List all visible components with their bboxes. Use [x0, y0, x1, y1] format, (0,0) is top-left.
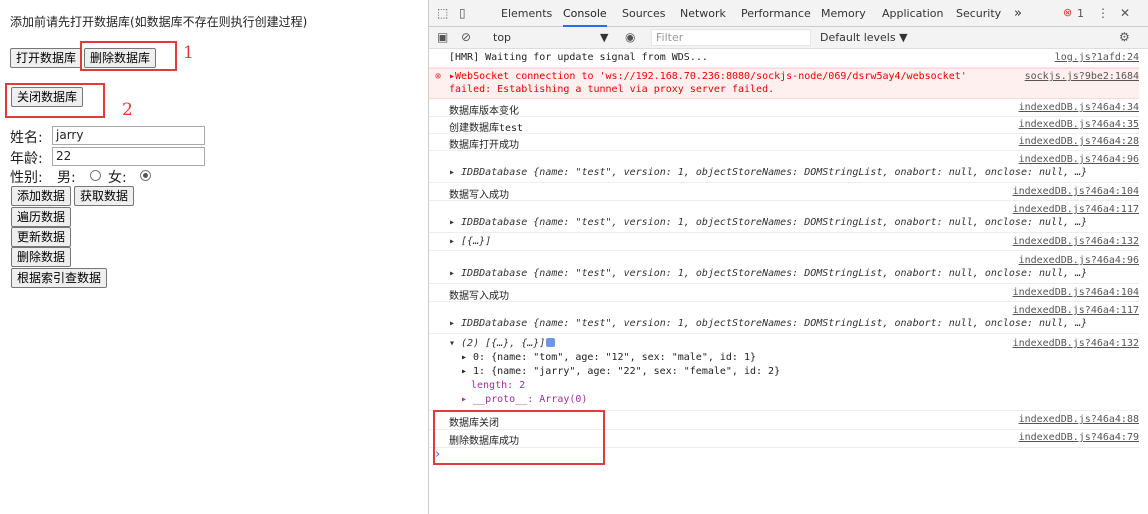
tab-network[interactable]: Network	[680, 0, 726, 27]
source-link[interactable]: log.js?1afd:24	[1055, 52, 1139, 63]
console-message: 创建数据库test indexedDB.js?46a4:35	[429, 117, 1139, 134]
console-toolbar: ▣ ⊘ top ▼ ◉ Filter Default levels ▼ ⚙	[429, 27, 1148, 49]
age-input[interactable]: 22	[52, 147, 205, 166]
error-badge-icon[interactable]: ⊗	[1063, 6, 1072, 19]
demo-page: 添加前请先打开数据库(如数据库不存在则执行创建过程) 打开数据库 删除数据库 1…	[0, 0, 428, 514]
settings-gear-icon[interactable]: ⚙	[1119, 30, 1130, 44]
annotation-number-1: 1	[183, 43, 194, 63]
source-link[interactable]: indexedDB.js?46a4:79	[1019, 432, 1139, 443]
array-length: length: 2	[471, 380, 526, 391]
get-data-button[interactable]: 获取数据	[74, 186, 135, 206]
source-link[interactable]: indexedDB.js?46a4:104	[1013, 186, 1139, 197]
inspect-element-icon[interactable]: ⬚	[437, 6, 448, 20]
tab-elements[interactable]: Elements	[501, 0, 552, 27]
age-label: 年龄:	[10, 151, 43, 167]
name-label: 姓名:	[10, 130, 43, 146]
annotation-number-2: 2	[122, 100, 133, 120]
console-object[interactable]: ▸ IDBDatabase {name: "test", version: 1,…	[429, 151, 1139, 183]
context-selector[interactable]: top	[493, 31, 511, 44]
console-object[interactable]: ▸ IDBDatabase {name: "test", version: 1,…	[429, 302, 1139, 334]
console-message: 数据写入成功 indexedDB.js?46a4:104	[429, 285, 1139, 302]
delete-data-button[interactable]: 删除数据	[11, 247, 72, 267]
sidebar-toggle-icon[interactable]: ▣	[437, 30, 448, 44]
console-error: ⊗ ▸WebSocket connection to 'ws://192.168…	[429, 68, 1139, 99]
tab-console[interactable]: Console	[563, 0, 607, 27]
console-object[interactable]: ▸ [{…}] indexedDB.js?46a4:132	[429, 234, 1139, 251]
console-message: 数据库打开成功 indexedDB.js?46a4:28	[429, 134, 1139, 151]
console-object[interactable]: ▸ IDBDatabase {name: "test", version: 1,…	[429, 252, 1139, 284]
error-count: 1	[1077, 7, 1084, 20]
devtools-tabbar: ⬚ ▯ Elements Console Sources Network Per…	[429, 0, 1148, 27]
array-item[interactable]: ▸ 1: {name: "jarry", age: "22", sex: "fe…	[461, 366, 780, 377]
source-link[interactable]: indexedDB.js?46a4:117	[1013, 305, 1139, 316]
highlight-box-1	[80, 41, 177, 71]
console-array[interactable]: ▾ (2) [{…}, {…}] indexedDB.js?46a4:132 ▸…	[429, 335, 1139, 411]
index-query-button[interactable]: 根据索引查数据	[11, 268, 108, 288]
update-data-button[interactable]: 更新数据	[11, 227, 72, 247]
device-toolbar-icon[interactable]: ▯	[459, 6, 466, 20]
tab-performance[interactable]: Performance	[741, 0, 811, 27]
source-link[interactable]: indexedDB.js?46a4:35	[1019, 119, 1139, 130]
console-message: [HMR] Waiting for update signal from WDS…	[429, 52, 1139, 68]
source-link[interactable]: indexedDB.js?46a4:96	[1019, 154, 1139, 165]
context-dropdown-icon[interactable]: ▼	[600, 31, 608, 44]
source-link[interactable]: indexedDB.js?46a4:34	[1019, 102, 1139, 113]
source-link[interactable]: indexedDB.js?46a4:132	[1013, 338, 1139, 349]
iterate-data-button[interactable]: 遍历数据	[11, 207, 72, 227]
tab-application[interactable]: Application	[882, 0, 943, 27]
female-radio[interactable]	[140, 170, 151, 181]
log-levels-dropdown[interactable]: Default levels ▼	[820, 31, 908, 44]
instruction-text: 添加前请先打开数据库(如数据库不存在则执行创建过程)	[10, 15, 308, 29]
source-link[interactable]: indexedDB.js?46a4:117	[1013, 204, 1139, 215]
console-message: 数据库版本变化 indexedDB.js?46a4:34	[429, 100, 1139, 117]
source-link[interactable]: indexedDB.js?46a4:28	[1019, 136, 1139, 147]
tab-sources[interactable]: Sources	[622, 0, 666, 27]
filter-input[interactable]: Filter	[651, 29, 811, 46]
male-radio[interactable]	[90, 170, 101, 181]
error-icon: ⊗	[435, 71, 442, 82]
tab-memory[interactable]: Memory	[821, 0, 866, 27]
console-object[interactable]: ▸ IDBDatabase {name: "test", version: 1,…	[429, 201, 1139, 233]
clear-console-icon[interactable]: ⊘	[461, 30, 471, 44]
highlight-box-2	[5, 83, 105, 118]
highlight-box-console	[433, 410, 605, 465]
source-link[interactable]: indexedDB.js?46a4:104	[1013, 287, 1139, 298]
add-data-button[interactable]: 添加数据	[11, 186, 72, 206]
tab-security[interactable]: Security	[956, 0, 1001, 27]
console-message: 数据写入成功 indexedDB.js?46a4:104	[429, 184, 1139, 201]
array-proto[interactable]: ▸ __proto__: Array(0)	[461, 394, 587, 405]
array-item[interactable]: ▸ 0: {name: "tom", age: "12", sex: "male…	[461, 352, 756, 363]
close-icon[interactable]: ✕	[1120, 6, 1130, 20]
name-input[interactable]: jarry	[52, 126, 205, 145]
source-link[interactable]: indexedDB.js?46a4:96	[1019, 255, 1139, 266]
sex-label: 性别:	[10, 170, 43, 186]
kebab-menu-icon[interactable]: ⋮	[1097, 6, 1109, 20]
female-label: 女:	[108, 170, 127, 186]
more-tabs-icon[interactable]: »	[1014, 0, 1022, 27]
source-link[interactable]: indexedDB.js?46a4:132	[1013, 236, 1139, 247]
male-label: 男:	[57, 170, 76, 186]
open-db-button[interactable]: 打开数据库	[10, 48, 83, 68]
eye-icon[interactable]: ◉	[625, 30, 635, 44]
info-icon	[546, 338, 555, 347]
source-link[interactable]: sockjs.js?9be2:1684	[1025, 71, 1139, 82]
devtools-panel: ⬚ ▯ Elements Console Sources Network Per…	[428, 0, 1148, 514]
source-link[interactable]: indexedDB.js?46a4:88	[1019, 414, 1139, 425]
